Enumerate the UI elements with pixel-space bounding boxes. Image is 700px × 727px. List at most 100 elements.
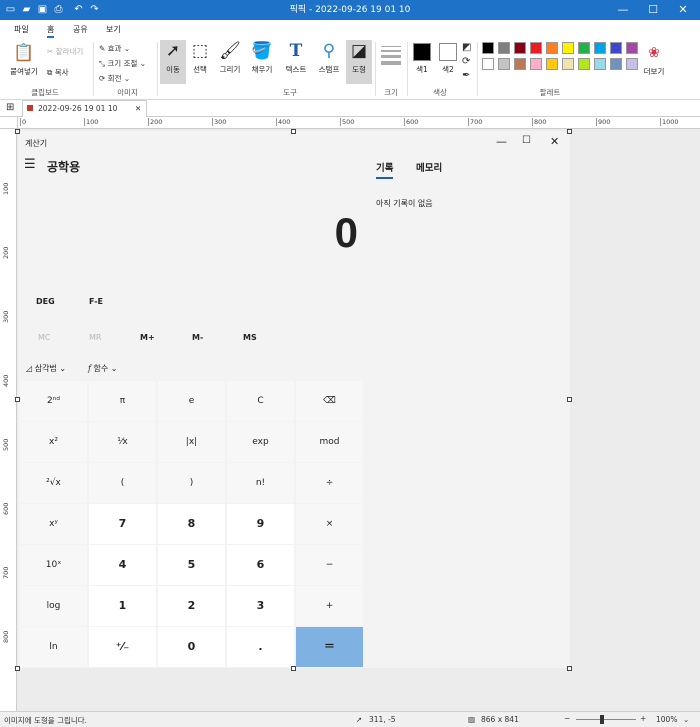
backspace-button[interactable]: ⌫ bbox=[296, 381, 363, 421]
more-colors-button[interactable]: ❀ 더보기 bbox=[641, 42, 667, 77]
tab-history[interactable]: 기록 bbox=[376, 160, 394, 179]
copy-button[interactable]: ⧉ 복사 bbox=[47, 67, 69, 78]
equals-button[interactable]: = bbox=[296, 627, 363, 667]
ten-power-button[interactable]: 10ˣ bbox=[20, 545, 87, 585]
palette-swatch[interactable] bbox=[562, 58, 574, 70]
tool-move[interactable]: ➚ 이동 bbox=[160, 40, 186, 84]
palette-swatch[interactable] bbox=[514, 42, 526, 54]
minimize-button[interactable]: — bbox=[608, 0, 638, 20]
zoom-level[interactable]: 100% bbox=[656, 715, 677, 724]
calc-minimize-icon[interactable]: — bbox=[496, 135, 507, 148]
palette-swatch[interactable] bbox=[626, 42, 638, 54]
palette-swatch[interactable] bbox=[610, 58, 622, 70]
abs-button[interactable]: |x| bbox=[158, 422, 225, 462]
palette-swatch[interactable] bbox=[498, 42, 510, 54]
negate-button[interactable]: ⁺⁄₋ bbox=[89, 627, 156, 667]
angle-unit-button[interactable]: DEG bbox=[36, 297, 55, 306]
decimal-button[interactable]: . bbox=[227, 627, 294, 667]
zoom-slider[interactable] bbox=[576, 719, 636, 720]
power-button[interactable]: xʸ bbox=[20, 504, 87, 544]
digit-0-button[interactable]: 0 bbox=[158, 627, 225, 667]
resize-handle[interactable] bbox=[567, 397, 572, 402]
eyedropper-icon[interactable]: ✒ bbox=[462, 70, 470, 81]
memory-subtract-button[interactable]: M- bbox=[192, 333, 203, 342]
tool-select[interactable]: ⬚ 선택 bbox=[187, 40, 213, 75]
zoom-slider-thumb[interactable] bbox=[600, 715, 604, 724]
resize-handle[interactable] bbox=[291, 129, 296, 134]
close-paren-button[interactable]: ) bbox=[158, 463, 225, 503]
zoom-dropdown-icon[interactable]: ⌄ bbox=[683, 715, 689, 724]
swap-colors-icon[interactable]: ◩ bbox=[462, 42, 471, 53]
calc-maximize-icon[interactable]: ☐ bbox=[522, 135, 531, 146]
calc-close-icon[interactable]: ✕ bbox=[550, 135, 559, 148]
digit-6-button[interactable]: 6 bbox=[227, 545, 294, 585]
palette-swatch[interactable] bbox=[546, 58, 558, 70]
palette-swatch[interactable] bbox=[546, 42, 558, 54]
zoom-out-button[interactable]: − bbox=[564, 714, 570, 723]
fe-button[interactable]: F-E bbox=[89, 297, 103, 306]
tool-shape[interactable]: ◪ 도형 bbox=[346, 40, 372, 84]
digit-7-button[interactable]: 7 bbox=[89, 504, 156, 544]
palette-swatch[interactable] bbox=[514, 58, 526, 70]
color2-button[interactable]: 색2 bbox=[437, 43, 459, 75]
plus-button[interactable]: + bbox=[296, 586, 363, 626]
maximize-button[interactable]: ☐ bbox=[638, 0, 668, 20]
tab-share[interactable]: 공유 bbox=[73, 24, 88, 35]
exp-button[interactable]: exp bbox=[227, 422, 294, 462]
palette-swatch[interactable] bbox=[578, 42, 590, 54]
palette-swatch[interactable] bbox=[594, 42, 606, 54]
palette-swatch[interactable] bbox=[482, 58, 494, 70]
resize-handle[interactable] bbox=[15, 666, 20, 671]
divide-button[interactable]: ÷ bbox=[296, 463, 363, 503]
square-button[interactable]: x² bbox=[20, 422, 87, 462]
factorial-button[interactable]: n! bbox=[227, 463, 294, 503]
memory-add-button[interactable]: M+ bbox=[140, 333, 155, 342]
effect-button[interactable]: ✎ 효과 ⌄ bbox=[99, 43, 130, 54]
resize-button[interactable]: ⤡ 크기 조절 ⌄ bbox=[99, 58, 146, 69]
resize-handle[interactable] bbox=[291, 666, 296, 671]
palette-swatch[interactable] bbox=[610, 42, 622, 54]
palette-swatch[interactable] bbox=[482, 42, 494, 54]
tool-stamp[interactable]: ⚲ 스탬프 bbox=[314, 40, 344, 75]
tab-file[interactable]: 파일 bbox=[14, 24, 29, 35]
hamburger-menu-icon[interactable]: ☰ bbox=[24, 157, 36, 172]
memory-clear-button[interactable]: MC bbox=[38, 333, 51, 342]
tab-home[interactable]: 홈 bbox=[47, 24, 55, 38]
reciprocal-button[interactable]: ¹⁄x bbox=[89, 422, 156, 462]
mod-button[interactable]: mod bbox=[296, 422, 363, 462]
tab-memory[interactable]: 메모리 bbox=[416, 160, 442, 174]
open-paren-button[interactable]: ( bbox=[89, 463, 156, 503]
resize-handle[interactable] bbox=[15, 397, 20, 402]
pi-button[interactable]: π bbox=[89, 381, 156, 421]
trig-dropdown[interactable]: ◿ 삼각법 ⌄ bbox=[26, 363, 66, 374]
resize-handle[interactable] bbox=[567, 129, 572, 134]
sqrt-button[interactable]: ²√x bbox=[20, 463, 87, 503]
function-dropdown[interactable]: f 함수 ⌄ bbox=[88, 363, 118, 374]
tool-text[interactable]: T 텍스트 bbox=[282, 40, 310, 75]
clear-button[interactable]: C bbox=[227, 381, 294, 421]
tab-view[interactable]: 보기 bbox=[106, 24, 121, 35]
digit-1-button[interactable]: 1 bbox=[89, 586, 156, 626]
cut-button[interactable]: ✂ 잘라내기 bbox=[47, 46, 83, 57]
digit-4-button[interactable]: 4 bbox=[89, 545, 156, 585]
resize-handle[interactable] bbox=[15, 129, 20, 134]
minus-button[interactable]: − bbox=[296, 545, 363, 585]
digit-3-button[interactable]: 3 bbox=[227, 586, 294, 626]
memory-recall-button[interactable]: MR bbox=[89, 333, 101, 342]
palette-swatch[interactable] bbox=[530, 58, 542, 70]
palette-swatch[interactable] bbox=[498, 58, 510, 70]
digit-9-button[interactable]: 9 bbox=[227, 504, 294, 544]
digit-5-button[interactable]: 5 bbox=[158, 545, 225, 585]
close-tab-icon[interactable]: ✕ bbox=[135, 104, 141, 113]
tool-draw[interactable]: 🖌 그리기 bbox=[216, 40, 244, 75]
refresh-icon[interactable]: ⟳ bbox=[462, 56, 470, 67]
document-tab[interactable]: 2022-09-26 19 01 10 ✕ bbox=[22, 100, 147, 117]
rotate-button[interactable]: ⟳ 회전 ⌄ bbox=[99, 73, 130, 84]
canvas-image[interactable]: 계산기 — ☐ ✕ ☰ 공학용 기록 메모리 아직 기록이 없음 0 DEG F… bbox=[18, 131, 570, 668]
size-picker[interactable] bbox=[381, 46, 401, 65]
multiply-button[interactable]: × bbox=[296, 504, 363, 544]
ln-button[interactable]: ln bbox=[20, 627, 87, 667]
digit-2-button[interactable]: 2 bbox=[158, 586, 225, 626]
memory-store-button[interactable]: MS bbox=[243, 333, 257, 342]
tool-fill[interactable]: 🪣 채우기 bbox=[248, 40, 276, 75]
